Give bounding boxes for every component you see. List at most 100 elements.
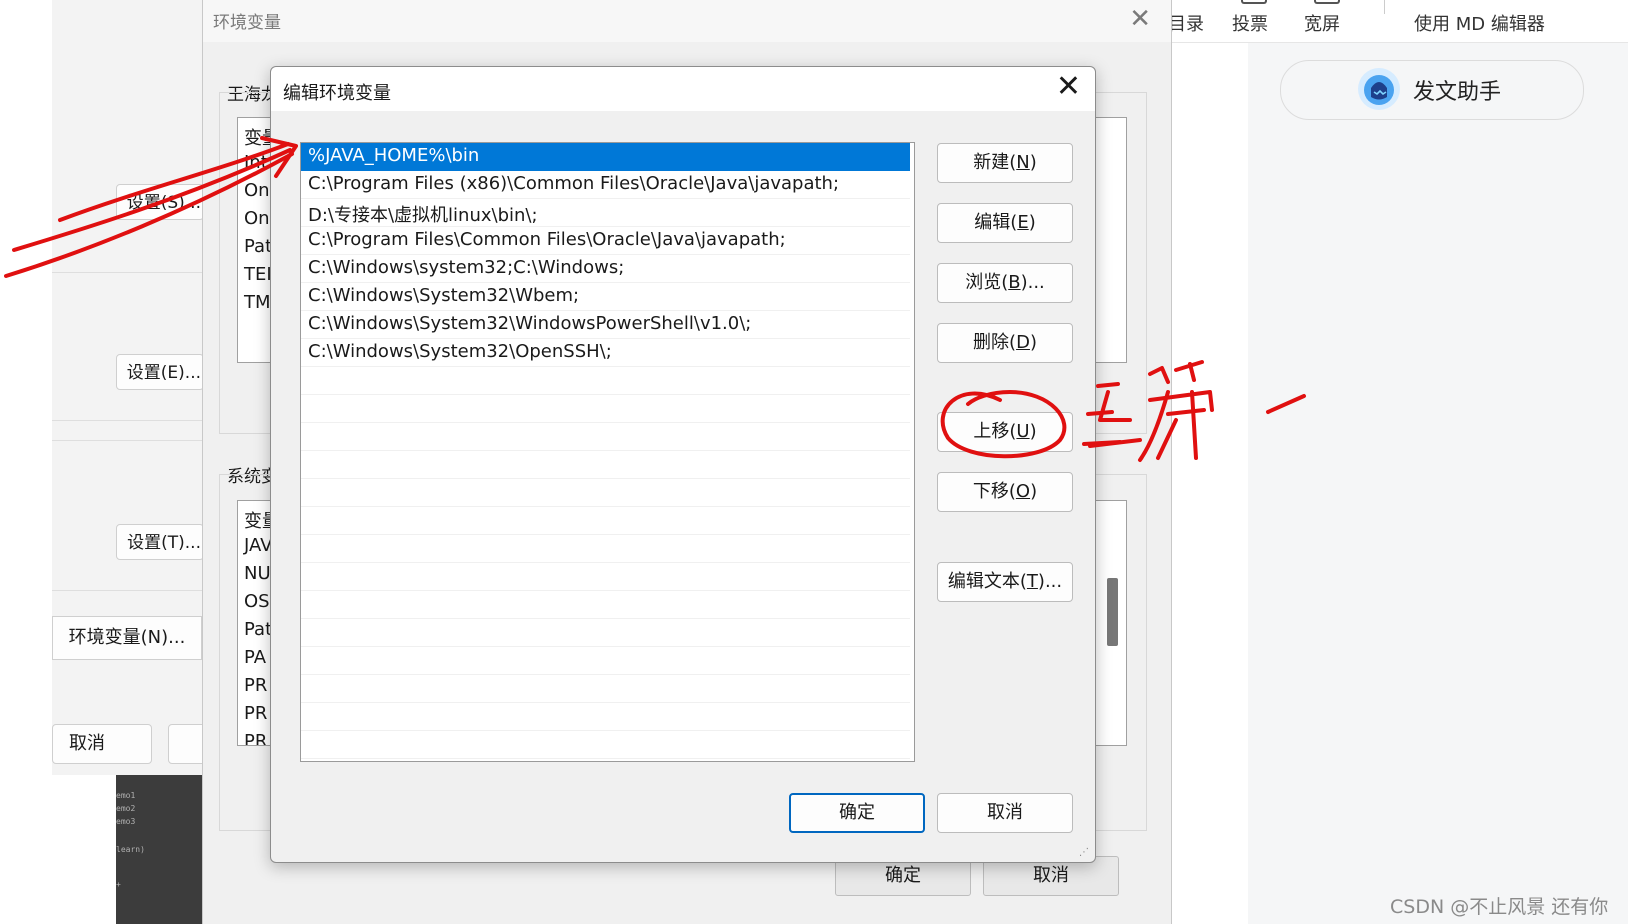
list-item[interactable]: Int	[244, 152, 268, 173]
ok-button[interactable]: 确定	[789, 793, 925, 833]
editor-toolbar: 目录 投票 宽屏 使用 MD 编辑器	[1168, 0, 1628, 43]
accelerator-key: D	[1016, 332, 1030, 353]
dialog-titlebar	[271, 67, 1095, 111]
button-label: 新建(	[973, 152, 1017, 173]
path-row[interactable]: C:\Windows\system32;C:\Windows;	[301, 255, 910, 283]
list-item[interactable]: PR	[244, 703, 267, 724]
path-row[interactable]: C:\Windows\System32\OpenSSH\;	[301, 339, 910, 367]
accelerator-key: O	[1015, 481, 1031, 502]
path-row[interactable]: C:\Windows\System32\Wbem;	[301, 283, 910, 311]
list-item[interactable]: TEI	[244, 264, 272, 285]
path-row[interactable]	[301, 479, 910, 507]
path-row[interactable]: C:\Program Files (x86)\Common Files\Orac…	[301, 171, 910, 199]
list-item[interactable]: On	[244, 180, 270, 201]
resize-grip-icon[interactable]: ⋰	[1079, 847, 1089, 858]
button-label-end: )...	[1020, 272, 1045, 293]
accelerator-key: B	[1008, 272, 1021, 293]
watermark: CSDN @不止风景 还有你	[1390, 896, 1609, 918]
dialog-title: 编辑环境变量	[283, 83, 391, 104]
edit-button[interactable]: 编辑(E)	[937, 203, 1073, 243]
path-text: C:\Windows\System32\WindowsPowerShell\v1…	[308, 313, 752, 334]
edit-env-var-dialog: 编辑环境变量 ✕ %JAVA_HOME%\bin C:\Program Files…	[270, 66, 1096, 863]
button-label: 编辑(	[974, 212, 1018, 233]
path-text: C:\Program Files\Common Files\Oracle\Jav…	[308, 229, 786, 250]
settings-s-button[interactable]: 设置(S)...	[116, 184, 204, 220]
window-titlebar	[203, 0, 1171, 42]
button-label-end: )	[1030, 481, 1038, 502]
new-button[interactable]: 新建(N)	[937, 143, 1073, 183]
path-text: C:\Program Files (x86)\Common Files\Orac…	[308, 173, 840, 194]
path-row[interactable]	[301, 367, 910, 395]
list-item[interactable]: PR	[244, 731, 267, 745]
path-row[interactable]: C:\Windows\System32\WindowsPowerShell\v1…	[301, 311, 910, 339]
path-row[interactable]	[301, 423, 910, 451]
csdn-side-panel	[1248, 0, 1628, 924]
path-text: C:\Windows\system32;C:\Windows;	[308, 257, 625, 278]
path-row[interactable]	[301, 395, 910, 423]
assistant-label: 发文助手	[1413, 80, 1502, 105]
editor-line: emo3	[116, 817, 136, 826]
button-label: 编辑文本(	[947, 571, 1027, 592]
settings-t-button[interactable]: 设置(T)...	[116, 524, 204, 560]
list-item[interactable]: NU	[244, 563, 271, 584]
path-row[interactable]	[301, 731, 910, 759]
edit-text-button[interactable]: 编辑文本(T)...	[937, 562, 1073, 602]
path-row[interactable]	[301, 703, 910, 731]
path-row[interactable]	[301, 675, 910, 703]
list-item[interactable]: OS	[244, 591, 270, 612]
button-label: 删除(	[973, 332, 1017, 353]
page-background	[0, 0, 52, 924]
close-icon[interactable]: ✕	[1056, 69, 1081, 104]
button-label: 浏览(	[965, 272, 1009, 293]
path-text: D:\专接本\虚拟机linux\bin\;	[308, 205, 538, 226]
cancel-button[interactable]: 取消	[52, 724, 152, 764]
path-text: %JAVA_HOME%\bin	[308, 145, 480, 166]
toolbar-vote[interactable]: 投票	[1232, 10, 1268, 36]
path-row[interactable]: D:\专接本\虚拟机linux\bin\;	[301, 199, 910, 227]
divider	[52, 420, 202, 421]
path-row[interactable]	[301, 563, 910, 591]
list-item[interactable]: TM	[244, 292, 271, 313]
environment-variables-button[interactable]: 环境变量(N)...	[52, 616, 202, 660]
path-list[interactable]: %JAVA_HOME%\bin C:\Program Files (x86)\Co…	[300, 142, 915, 762]
editor-line: emo2	[116, 804, 136, 813]
writing-assistant-button[interactable]: 发文助手	[1280, 60, 1584, 120]
toolbar-separator	[1384, 0, 1385, 14]
list-item[interactable]: On	[244, 208, 270, 229]
toolbar-md-editor[interactable]: 使用 MD 编辑器	[1414, 10, 1545, 36]
scrollbar-thumb[interactable]	[1107, 578, 1118, 646]
path-text: C:\Windows\System32\Wbem;	[308, 285, 580, 306]
button-label-end: )...	[1037, 571, 1063, 592]
list-item[interactable]: JAV	[244, 535, 272, 556]
toolbar-toc[interactable]: 目录	[1168, 10, 1204, 36]
path-row[interactable]	[301, 535, 910, 563]
list-item[interactable]: Pat	[244, 619, 272, 640]
cancel-button[interactable]: 取消	[937, 793, 1073, 833]
move-up-button[interactable]: 上移(U)	[937, 412, 1073, 452]
path-row[interactable]	[301, 647, 910, 675]
delete-button[interactable]: 删除(D)	[937, 323, 1073, 363]
toolbar-widescreen[interactable]: 宽屏	[1304, 10, 1340, 36]
button-label-end: )	[1028, 212, 1036, 233]
settings-e-button[interactable]: 设置(E)...	[116, 354, 204, 390]
editor-line: +	[116, 880, 121, 889]
path-row[interactable]	[301, 451, 910, 479]
list-item[interactable]: Pat	[244, 236, 272, 257]
browse-button[interactable]: 浏览(B)...	[937, 263, 1073, 303]
accelerator-key: N	[1016, 152, 1030, 173]
close-icon[interactable]: ✕	[1129, 4, 1151, 34]
window-title: 环境变量	[213, 13, 281, 33]
list-item[interactable]: PA	[244, 647, 266, 668]
path-row[interactable]: C:\Program Files\Common Files\Oracle\Jav…	[301, 227, 910, 255]
path-row[interactable]	[301, 591, 910, 619]
accelerator-key: U	[1016, 421, 1030, 442]
widescreen-icon	[1314, 0, 1340, 4]
list-item[interactable]: PR	[244, 675, 267, 696]
accelerator-key: T	[1026, 571, 1038, 592]
path-row[interactable]	[301, 507, 910, 535]
move-down-button[interactable]: 下移(O)	[937, 472, 1073, 512]
divider	[52, 272, 202, 273]
path-row[interactable]: %JAVA_HOME%\bin	[301, 143, 910, 171]
button-label-end: )	[1029, 332, 1037, 353]
path-row[interactable]	[301, 619, 910, 647]
